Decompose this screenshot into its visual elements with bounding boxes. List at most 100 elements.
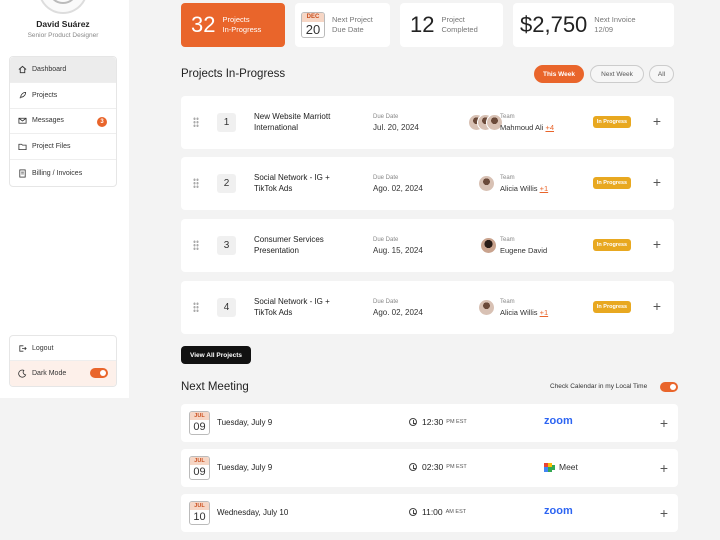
team-label: Team [500,299,515,305]
calendar-day: 09 [193,421,206,433]
stat-label-line1: Next Project [332,15,373,24]
sidebar-item-messages[interactable]: Messages 3 [10,109,116,135]
team-label: Team [500,175,515,181]
team-value: Alicia Willis +1 [500,308,548,317]
expand-plus-icon[interactable]: + [660,505,668,521]
status-badge: In Progress [593,177,631,189]
sidebar-item-billing[interactable]: Billing / Invoices [10,160,116,186]
stat-projects-completed[interactable]: 12 Project Completed [400,3,503,47]
filter-this-week[interactable]: This Week [534,65,584,83]
meeting-timezone: PM EST [446,419,467,425]
user-name: David Suárez [36,19,90,29]
expand-plus-icon[interactable]: + [660,460,668,476]
stat-label-line2: In-Progress [222,25,262,34]
team-more-link[interactable]: +1 [540,184,549,193]
view-all-projects-button[interactable]: View All Projects [181,346,251,364]
rocket-icon [19,91,27,99]
meeting-row[interactable]: JUL 09 Tuesday, July 9 02:30 PM EST Meet + [181,449,678,487]
meeting-timezone: AM EST [445,509,467,515]
sidebar-item-label: Billing / Invoices [32,169,83,177]
clock-icon [409,508,417,516]
sidebar-item-projects[interactable]: Projects [10,83,116,109]
avatar [478,299,495,316]
stat-value: $2,750 [520,12,588,37]
meeting-date: Wednesday, July 10 [217,508,289,517]
project-row[interactable]: 2 Social Network - IG + TikTok Ads Due D… [181,157,674,210]
avatar[interactable] [38,0,88,14]
team-more-link[interactable]: +4 [545,123,554,132]
expand-plus-icon[interactable]: + [653,298,661,314]
stat-projects-in-progress[interactable]: 32 Projects In-Progress [181,3,285,47]
meeting-platform-label: Meet [559,462,578,472]
meeting-time: 02:30 PM EST [409,462,467,472]
project-row[interactable]: 1 New Website Marriott International Due… [181,96,674,149]
avatar [478,175,495,192]
sidebar-bottom: Logout Dark Mode [9,335,117,387]
stat-label: Project Completed [441,15,477,35]
calendar-month: DEC [302,13,324,22]
sidebar: David Suárez Senior Product Designer Das… [0,0,129,398]
logout-label: Logout [32,344,54,352]
meeting-row[interactable]: JUL 10 Wednesday, July 10 11:00 AM EST zoo… [181,494,678,532]
stat-label-line1: Project [441,15,465,24]
team-avatars [478,175,495,193]
calendar-month: JUL [190,457,209,465]
sidebar-item-dashboard[interactable]: Dashboard [10,57,116,83]
project-number: 1 [217,113,236,132]
user-role: Senior Product Designer [27,32,99,39]
local-time-toggle[interactable] [660,382,678,392]
drag-handle-icon[interactable] [193,302,199,312]
messages-count-badge: 3 [97,116,107,127]
meeting-date: Tuesday, July 9 [217,418,273,427]
project-number: 3 [217,236,236,255]
zoom-logo-icon[interactable]: zoom [544,505,573,517]
calendar-icon: DEC 20 [301,12,325,38]
filter-next-week[interactable]: Next Week [590,65,644,83]
expand-plus-icon[interactable]: + [653,236,661,252]
team-more-link[interactable]: +1 [540,308,549,317]
project-row[interactable]: 4 Social Network - IG + TikTok Ads Due D… [181,281,674,334]
stat-value: 12 [410,12,435,37]
drag-handle-icon[interactable] [193,117,199,127]
expand-plus-icon[interactable]: + [653,174,661,190]
meetings-section-title: Next Meeting [181,381,249,393]
zoom-logo-icon[interactable]: zoom [544,415,573,427]
meeting-time: 11:00 AM EST [409,507,466,517]
team-member-name: Mahmoud Ali [500,123,544,132]
expand-plus-icon[interactable]: + [660,415,668,431]
calendar-day: 10 [193,511,206,523]
calendar-month: JUL [190,502,209,510]
team-value: Eugene David [500,246,547,255]
calendar-icon: JUL 10 [189,501,210,525]
filter-all[interactable]: All [649,65,674,83]
sidebar-item-label: Project Files [32,143,71,151]
dark-mode-toggle[interactable] [90,368,108,378]
projects-section-title: Projects In-Progress [181,68,286,80]
due-date-label: Due Date [373,299,399,305]
stat-next-invoice[interactable]: $2,750 Next Invoice 12/09 [513,3,674,47]
due-date-label: Due Date [373,114,399,120]
drag-handle-icon[interactable] [193,240,199,250]
meeting-row[interactable]: JUL 09 Tuesday, July 9 12:30 PM EST zoom + [181,404,678,442]
expand-plus-icon[interactable]: + [653,113,661,129]
project-row[interactable]: 3 Consumer Services Presentation Due Dat… [181,219,674,272]
stat-label-line2: Completed [441,25,478,34]
sidebar-item-label: Projects [32,91,58,99]
sidebar-item-label: Messages [32,117,64,125]
sidebar-item-label: Dashboard [32,65,67,73]
drag-handle-icon[interactable] [193,178,199,188]
google-meet-link[interactable]: Meet [544,462,578,472]
due-date-value: Jul. 20, 2024 [373,123,419,132]
calendar-day: 09 [193,466,206,478]
logout-button[interactable]: Logout [10,336,116,361]
team-value: Mahmoud Ali +4 [500,123,554,132]
sidebar-item-project-files[interactable]: Project Files [10,134,116,161]
stat-label: Next Project Due Date [332,15,373,35]
calendar-month: JUL [190,412,209,420]
team-avatars [478,299,495,317]
stat-next-due-date[interactable]: DEC 20 Next Project Due Date [295,3,390,47]
stat-label-line2: Due Date [332,25,364,34]
folder-icon [18,144,27,151]
project-name: Consumer Services Presentation [254,235,324,255]
team-value: Alicia Willis +1 [500,184,548,193]
